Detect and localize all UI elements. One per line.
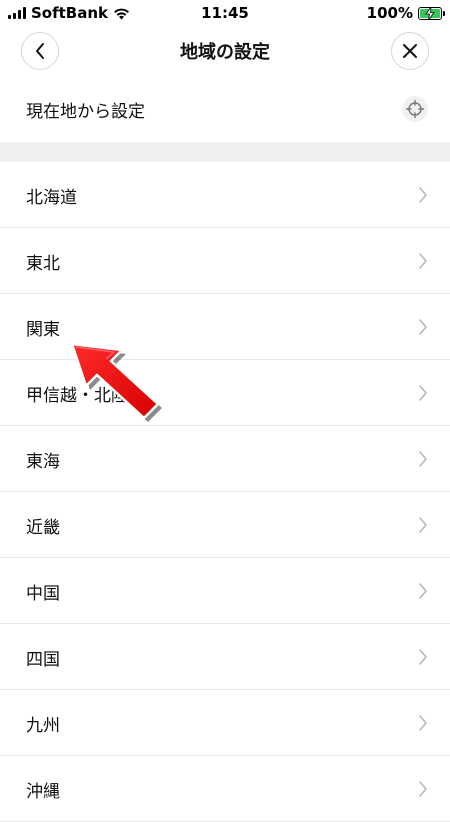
region-item-shikoku[interactable]: 四国: [0, 624, 450, 690]
close-icon: [403, 44, 417, 58]
chevron-right-icon: [419, 781, 427, 797]
region-label: 沖縄: [26, 782, 60, 802]
battery-icon: [418, 6, 445, 20]
region-list: 北海道 東北 関東 甲信越・北陸 東海 近畿 中国 四国 九州 沖縄: [0, 162, 450, 822]
chevron-right-icon: [419, 715, 427, 731]
region-item-tokai[interactable]: 東海: [0, 426, 450, 492]
status-bar: SoftBank 11:45 100%: [0, 0, 450, 26]
region-label: 九州: [26, 716, 60, 736]
chevron-right-icon: [419, 253, 427, 269]
region-label: 近畿: [26, 518, 60, 538]
chevron-right-icon: [419, 451, 427, 467]
region-item-kinki[interactable]: 近畿: [0, 492, 450, 558]
region-item-okinawa[interactable]: 沖縄: [0, 756, 450, 822]
region-label: 中国: [26, 584, 60, 604]
chevron-right-icon: [419, 385, 427, 401]
region-label: 東北: [26, 254, 60, 274]
section-divider: [0, 142, 450, 162]
region-item-kyushu[interactable]: 九州: [0, 690, 450, 756]
region-item-chugoku[interactable]: 中国: [0, 558, 450, 624]
chevron-right-icon: [419, 583, 427, 599]
region-label: 北海道: [26, 188, 77, 208]
current-location-row[interactable]: 現在地から設定: [0, 76, 450, 142]
charging-bolt-icon: [425, 6, 435, 20]
chevron-right-icon: [419, 319, 427, 335]
battery-percent: 100%: [366, 4, 413, 22]
region-label: 四国: [26, 650, 60, 670]
chevron-right-icon: [419, 649, 427, 665]
header: 地域の設定: [0, 26, 450, 76]
current-location-button[interactable]: [402, 96, 428, 122]
crosshair-icon: [405, 99, 425, 119]
status-right: 100%: [366, 4, 445, 22]
red-pointer-arrow-icon: [70, 342, 162, 422]
region-item-tohoku[interactable]: 東北: [0, 228, 450, 294]
page-title: 地域の設定: [180, 42, 270, 63]
region-label: 東海: [26, 452, 60, 472]
chevron-right-icon: [419, 517, 427, 533]
region-item-hokkaido[interactable]: 北海道: [0, 162, 450, 228]
current-location-label: 現在地から設定: [26, 102, 145, 122]
region-label: 関東: [26, 320, 60, 340]
close-button[interactable]: [391, 32, 429, 70]
chevron-right-icon: [419, 187, 427, 203]
